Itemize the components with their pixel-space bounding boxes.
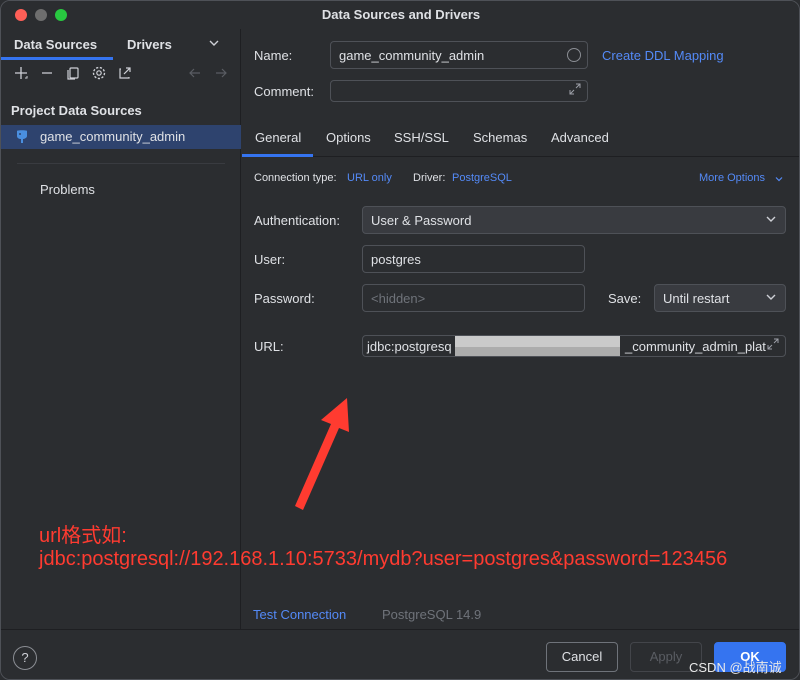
tab-general[interactable]: General [255,130,301,145]
add-icon[interactable] [11,65,31,85]
driver-label: Driver: [413,172,446,184]
data-source-label: game_community_admin [40,129,186,144]
driver-value[interactable]: PostgreSQL [452,172,512,184]
tab-ssh-ssl[interactable]: SSH/SSL [394,130,449,145]
user-value: postgres [371,252,421,267]
left-toolbar [1,65,241,89]
dialog-window: Data Sources and Drivers Data Sources Dr… [0,0,800,680]
password-field[interactable]: <hidden> [362,284,585,312]
tab-drivers[interactable]: Drivers [127,37,172,52]
annotation-line-2: jdbc:postgresql://192.168.1.10:5733/mydb… [39,548,728,570]
forward-icon[interactable] [211,65,231,85]
color-indicator-icon[interactable] [567,48,581,62]
comment-field[interactable] [330,80,588,102]
url-value-end: _community_admin_plat [625,339,766,354]
problems-item[interactable]: Problems [40,182,95,197]
connection-type-label: Connection type: [254,172,337,184]
name-field[interactable]: game_community_admin [330,41,588,69]
create-ddl-mapping-link[interactable]: Create DDL Mapping [602,48,724,63]
cancel-button[interactable]: Cancel [546,642,618,672]
help-button[interactable]: ? [13,646,37,670]
annotation-line-1: url格式如: [39,525,127,547]
redacted-region-shadow [455,347,620,356]
url-label: URL: [254,339,284,354]
user-field[interactable]: postgres [362,245,585,273]
divider [17,163,225,164]
name-label: Name: [254,48,293,63]
project-data-sources-heading: Project Data Sources [11,103,142,118]
chevron-down-icon[interactable] [208,37,220,52]
more-options-chevron-icon[interactable] [774,172,784,187]
export-icon[interactable] [115,65,135,85]
url-value-start: jdbc:postgresq [367,339,452,354]
copy-icon[interactable] [63,65,83,85]
test-connection-link[interactable]: Test Connection [253,607,346,622]
name-value: game_community_admin [339,48,485,63]
driver-version-text: PostgreSQL 14.9 [382,607,482,622]
expand-icon[interactable] [569,83,581,98]
postgresql-icon [15,129,29,145]
save-label: Save: [608,291,642,306]
user-label: User: [254,252,286,267]
bottom-bar: ? Cancel Apply OK CSDN @战南诚 [1,629,799,679]
password-placeholder: <hidden> [371,291,426,306]
data-source-item[interactable]: game_community_admin [1,125,241,149]
tab-data-sources[interactable]: Data Sources [14,37,97,52]
window-title: Data Sources and Drivers [321,7,481,22]
chevron-down-icon [765,213,777,228]
connection-type-value[interactable]: URL only [347,172,392,184]
authentication-label: Authentication: [254,213,341,228]
expand-icon[interactable] [767,338,779,353]
more-options-link[interactable]: More Options [699,172,765,184]
annotation-arrow-icon [295,398,349,510]
remove-icon[interactable] [37,65,57,85]
title-bar: Data Sources and Drivers [1,1,799,29]
chevron-down-icon [765,291,777,306]
tab-advanced[interactable]: Advanced [551,130,609,145]
settings-icon[interactable] [89,65,109,85]
tab-data-sources-underline [1,57,113,60]
authentication-value: User & Password [371,213,472,228]
save-select[interactable]: Until restart [654,284,786,312]
watermark-text: CSDN @战南诚 [689,660,782,675]
left-tabs: Data Sources Drivers [1,29,241,60]
back-icon[interactable] [185,65,205,85]
comment-label: Comment: [254,84,314,99]
settings-tabs: General Options SSH/SSL Schemas Advanced [242,121,799,157]
password-label: Password: [254,291,315,306]
tab-schemas[interactable]: Schemas [473,130,527,145]
save-value: Until restart [663,291,730,306]
tab-options[interactable]: Options [326,130,371,145]
right-panel: Name: game_community_admin Create DDL Ma… [242,29,799,629]
tab-general-underline [242,154,313,157]
authentication-select[interactable]: User & Password [362,206,786,234]
